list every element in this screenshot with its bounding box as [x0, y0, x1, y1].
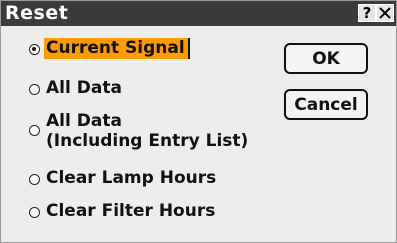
option-all-data-including-entry-list[interactable]: All Data (Including Entry List) [29, 111, 248, 155]
option-line-2: (Including Entry List) [46, 131, 249, 151]
option-clear-lamp-hours[interactable]: Clear Lamp Hours [29, 168, 216, 194]
title-bar: Reset ? [1, 1, 396, 26]
dialog-title: Reset [5, 2, 69, 24]
option-line-1: All Data [46, 111, 122, 131]
option-clear-filter-hours[interactable]: Clear Filter Hours [29, 201, 215, 227]
option-clear-filter-hours-label: Clear Filter Hours [46, 201, 216, 221]
radio-current-signal[interactable] [29, 44, 40, 55]
option-current-signal[interactable]: Current Signal [29, 38, 190, 64]
radio-clear-lamp-hours[interactable] [29, 174, 40, 185]
cancel-button[interactable]: Cancel [284, 89, 368, 120]
help-button[interactable]: ? [358, 4, 376, 22]
radio-all-data-including-entry-list[interactable] [29, 125, 40, 136]
close-button[interactable] [376, 4, 394, 22]
option-all-data-including-entry-list-label: All Data (Including Entry List) [46, 111, 248, 151]
close-icon [379, 7, 391, 19]
radio-all-data[interactable] [29, 84, 40, 95]
reset-dialog: Reset ? Current Signal All Data All Data… [0, 0, 397, 243]
option-current-signal-label: Current Signal [44, 38, 190, 59]
ok-button[interactable]: OK [284, 43, 368, 74]
option-clear-lamp-hours-label: Clear Lamp Hours [46, 168, 217, 188]
option-all-data-label: All Data [46, 78, 122, 98]
option-all-data[interactable]: All Data [29, 78, 122, 104]
radio-clear-filter-hours[interactable] [29, 207, 40, 218]
